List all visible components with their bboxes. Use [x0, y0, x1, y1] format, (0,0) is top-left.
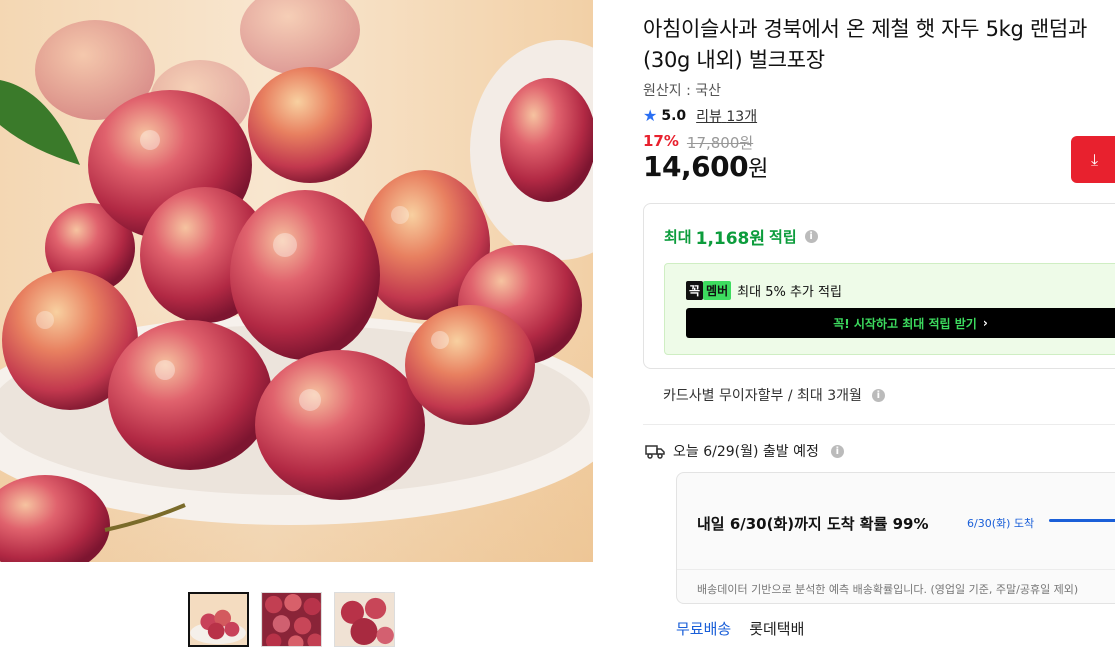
- shipping-departure-row: 오늘 6/29(월) 출발 예정 i: [645, 441, 844, 461]
- member-benefit-text: 최대 5% 추가 적립: [737, 285, 842, 300]
- review-link[interactable]: 리뷰 13개: [696, 106, 757, 126]
- installment-text: 카드사별 무이자할부 / 최대 3개월: [663, 388, 862, 404]
- thumbnail-3[interactable]: [334, 592, 395, 647]
- member-benefit-box: 꼭 멤버 최대 5% 추가 적립 7 꼭! 시작하고 최대 적립 받기 ›: [664, 263, 1115, 355]
- review-count: 13개: [726, 109, 758, 125]
- info-icon[interactable]: i: [830, 444, 844, 458]
- rating-row: ★ 5.0 리뷰 13개: [643, 106, 757, 126]
- sale-price: 14,600원: [643, 150, 768, 183]
- member-badge-ggok: 꼭: [686, 281, 704, 300]
- chevron-right-icon: ›: [982, 316, 988, 330]
- thumbnail-list: [188, 592, 395, 647]
- info-icon[interactable]: i: [804, 230, 818, 243]
- sale-price-value: 14,600: [643, 150, 749, 183]
- product-origin: 원산지 : 국산: [643, 83, 722, 99]
- plums-illustration: [0, 0, 593, 562]
- download-icon: ⤓: [1091, 149, 1099, 169]
- departure-text: 오늘 6/29(월) 출발 예정: [673, 444, 819, 460]
- member-cta-label: 꼭! 시작하고 최대 적립 받기: [833, 316, 977, 331]
- member-row: 꼭 멤버 최대 5% 추가 적립: [686, 281, 842, 300]
- reward-box: 최대 1,168원 적립 i 꼭 멤버 최대 5% 추가 적립 7 꼭! 시작하…: [643, 203, 1115, 369]
- arrival-progress-bar: [1049, 519, 1115, 522]
- reward-amount: 1,168원: [695, 229, 766, 249]
- arrival-date-label: 6/30(화) 도착: [967, 517, 1035, 530]
- rating-score: 5.0: [661, 108, 687, 124]
- section-divider: [643, 424, 1115, 425]
- info-icon[interactable]: i: [871, 388, 885, 402]
- arrival-divider: [677, 569, 1115, 570]
- sale-price-unit: 원: [748, 157, 768, 182]
- shipping-method-row: 무료배송 롯데택배: [676, 618, 804, 639]
- reward-suffix: 적립: [769, 228, 797, 246]
- thumbnail-2[interactable]: [261, 592, 322, 647]
- member-start-button[interactable]: 꼭! 시작하고 최대 적립 받기 ›: [686, 308, 1115, 338]
- free-shipping-label: 무료배송: [676, 620, 732, 638]
- arrival-probability-box: 내일 6/30(화)까지 도착 확률 99% 6/30(화) 도착 배송데이터 …: [676, 472, 1115, 604]
- coupon-download-button[interactable]: ⤓: [1071, 136, 1115, 183]
- thumbnail-1[interactable]: [188, 592, 249, 647]
- reward-prefix: 최대: [664, 228, 692, 246]
- truck-icon: [645, 445, 665, 459]
- arrival-probability-title: 내일 6/30(화)까지 도착 확률 99%: [697, 515, 929, 533]
- arrival-note: 배송데이터 기반으로 분석한 예측 배송확률입니다. (영업일 기준, 주말/공…: [697, 583, 1079, 596]
- member-badge-member: 멤버: [703, 281, 732, 300]
- product-main-image: [0, 0, 593, 562]
- carrier-name: 롯데택배: [749, 620, 805, 638]
- reward-title: 최대 1,168원 적립 i: [664, 224, 818, 249]
- product-title: 아침이슬사과 경북에서 온 제철 햇 자두 5kg 랜덤과 (30g 내외) 벌…: [643, 17, 1087, 72]
- star-icon: ★: [643, 106, 658, 125]
- review-label: 리뷰: [696, 109, 722, 125]
- installment-info: 카드사별 무이자할부 / 최대 3개월 i: [663, 385, 885, 405]
